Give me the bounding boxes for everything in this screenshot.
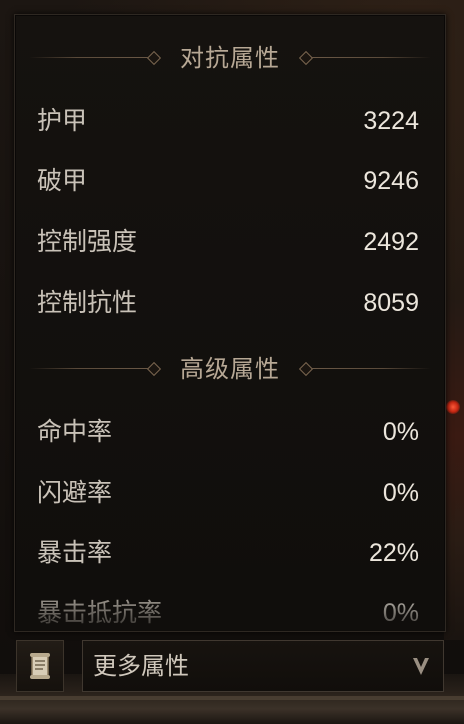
background-scenery [444, 300, 464, 640]
stat-label: 闪避率 [37, 478, 113, 507]
stat-label: 破甲 [37, 166, 88, 195]
section-header-advanced: 高级属性 [15, 354, 445, 384]
stat-label: 控制抗性 [37, 288, 138, 317]
stat-row-armor: 护甲 3224 [37, 101, 419, 141]
stat-value: 3224 [363, 107, 419, 135]
section-title: 对抗属性 [180, 44, 280, 72]
stat-value: 22% [368, 539, 419, 567]
dropdown-label: 更多属性 [93, 652, 189, 680]
more-attributes-dropdown[interactable]: 更多属性 [82, 640, 444, 692]
stat-label: 控制强度 [37, 227, 138, 256]
footer-bar: 更多属性 [0, 634, 464, 724]
attributes-panel[interactable]: 对抗属性 护甲 3224 破甲 9246 控制强度 2492 控制抗性 8059… [14, 14, 446, 632]
stat-label: 命中率 [37, 417, 113, 446]
stat-row-armor-penetration: 破甲 9246 [37, 161, 419, 201]
stat-value: 9246 [363, 167, 419, 195]
stat-value: 2492 [363, 228, 419, 256]
header-divider-right [311, 57, 431, 58]
stat-row-control-resistance: 控制抗性 8059 [37, 283, 419, 323]
stat-row-crit-resist-rate: 暴击抵抗率 0% [37, 593, 419, 631]
stat-row-hit-rate: 命中率 0% [37, 412, 419, 452]
scroll-button[interactable] [16, 640, 64, 692]
scroll-icon [30, 653, 50, 679]
chevron-down-icon [413, 658, 429, 675]
stat-row-crit-rate: 暴击率 22% [37, 533, 419, 573]
stat-value: 0% [382, 418, 419, 446]
section-title: 高级属性 [180, 355, 280, 383]
header-divider-right [311, 368, 431, 369]
stat-row-control-strength: 控制强度 2492 [37, 222, 419, 262]
stats-screen: 对抗属性 护甲 3224 破甲 9246 控制强度 2492 控制抗性 8059… [0, 0, 464, 724]
stat-value: 0% [382, 479, 419, 507]
ember-glow [446, 400, 460, 414]
stat-value: 8059 [363, 289, 419, 317]
stat-label: 暴击抵抗率 [37, 598, 163, 627]
stat-label: 护甲 [37, 106, 88, 135]
stat-label: 暴击率 [37, 538, 113, 567]
stat-value: 0% [382, 599, 419, 627]
stat-row-dodge-rate: 闪避率 0% [37, 473, 419, 513]
section-header-resistance: 对抗属性 [15, 43, 445, 73]
